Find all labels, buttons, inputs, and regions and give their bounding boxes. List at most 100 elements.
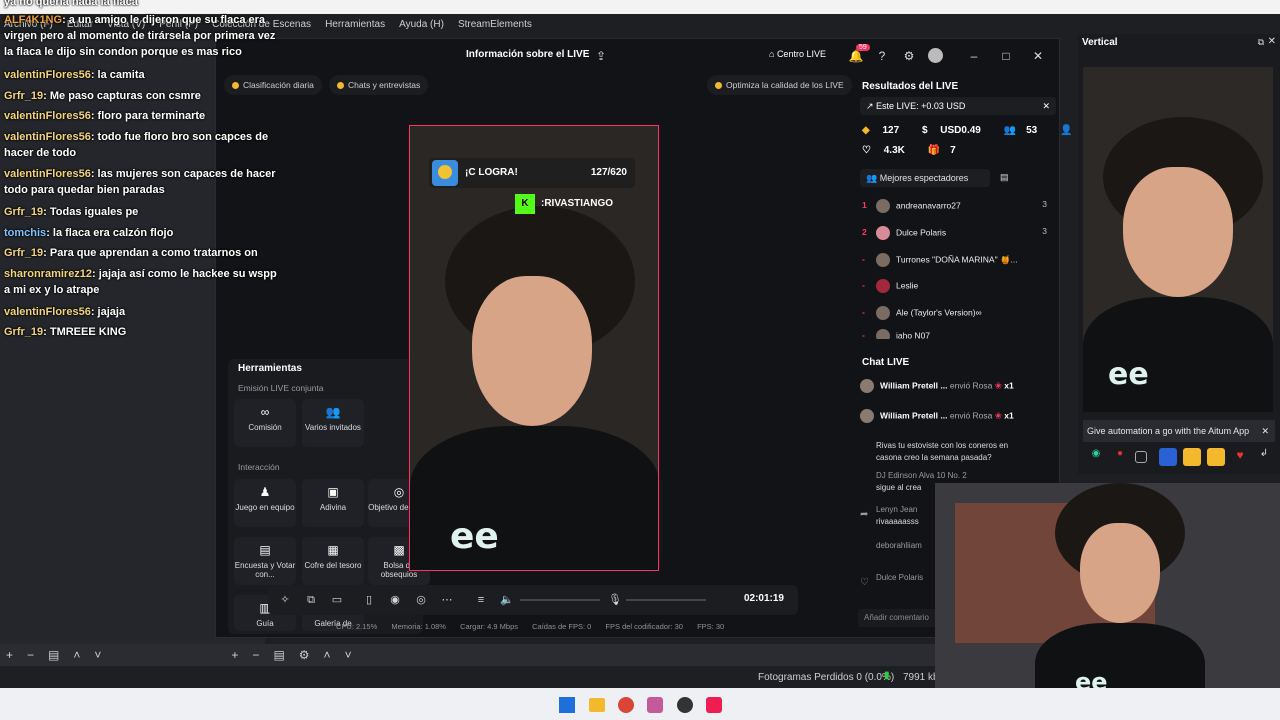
tool-label: Cofre del tesoro bbox=[304, 561, 362, 570]
screen-icon[interactable]: ▭ bbox=[330, 593, 344, 607]
viewer-row[interactable]: 1 andreanavarro27 3 bbox=[862, 199, 1047, 217]
menu-herramientas[interactable]: Herramientas bbox=[325, 19, 385, 30]
undock-icon[interactable]: ⧉ bbox=[1258, 37, 1264, 48]
viewers-count: 👥 53 bbox=[1003, 125, 1038, 136]
kick-icon: K bbox=[515, 194, 535, 214]
chip-label: Chats y entrevistas bbox=[348, 80, 421, 90]
chip-chats[interactable]: Chats y entrevistas bbox=[329, 75, 429, 95]
diamond-icon: ◆ bbox=[862, 125, 873, 136]
chat-line: Grfr_19: Para que aprendan a como tratar… bbox=[4, 247, 258, 259]
replay-icon[interactable] bbox=[1159, 448, 1177, 466]
mic-slider[interactable] bbox=[626, 599, 706, 601]
tool-comision[interactable]: ∞ Comisión bbox=[234, 399, 296, 447]
viewer-row[interactable]: - iaho N07 bbox=[862, 329, 1047, 339]
folder-icon[interactable] bbox=[589, 698, 605, 712]
bitrate: 7991 kb bbox=[903, 672, 939, 683]
remove-icon[interactable]: − bbox=[27, 648, 34, 662]
results-title: Resultados del LIVE bbox=[862, 81, 959, 92]
up-icon[interactable]: ˄ bbox=[324, 648, 331, 662]
record-icon[interactable]: ◉ bbox=[388, 593, 402, 607]
add-icon[interactable]: + bbox=[6, 648, 13, 662]
obs-icon[interactable] bbox=[677, 697, 693, 713]
menu-streamelements[interactable]: StreamElements bbox=[458, 19, 532, 30]
phone-icon[interactable]: ▯ bbox=[362, 593, 376, 607]
tiktok-icon[interactable] bbox=[706, 697, 722, 713]
signal-icon: ▮ bbox=[884, 670, 890, 681]
aitum-banner[interactable]: Give automation a go with the Aitum App ✕ bbox=[1083, 420, 1275, 442]
share-icon[interactable]: ⇪ bbox=[593, 48, 609, 64]
viewer-row[interactable]: - Ale (Taylor's Version)∞ bbox=[862, 306, 1047, 324]
usd-value: $ USD0.49 bbox=[921, 125, 981, 136]
top-viewers-tab[interactable]: 👥 Mejores espectadores bbox=[860, 169, 990, 187]
chrome-icon[interactable] bbox=[618, 697, 634, 713]
tool-label: Varios invitados bbox=[305, 423, 361, 432]
tool-juego-equipo[interactable]: ♟ Juego en equipo bbox=[234, 479, 296, 527]
down-icon[interactable]: ˅ bbox=[94, 648, 101, 662]
down-icon[interactable]: ˅ bbox=[345, 648, 352, 662]
windows-start-icon[interactable] bbox=[559, 697, 575, 713]
microphone-icon[interactable]: 🎙 bbox=[608, 593, 622, 607]
close-icon[interactable]: ✕ bbox=[1261, 420, 1269, 442]
person-face bbox=[1080, 523, 1160, 623]
gifts-count: 🎁 7 bbox=[927, 145, 956, 156]
maximize-icon[interactable]: □ bbox=[998, 48, 1014, 64]
close-icon[interactable]: ✕ bbox=[1268, 36, 1276, 47]
mixer-icon[interactable]: ≡ bbox=[474, 593, 488, 607]
heart-icon[interactable]: ♥ bbox=[1231, 448, 1249, 466]
folder-icon[interactable] bbox=[1183, 448, 1201, 466]
gear-icon[interactable] bbox=[1207, 448, 1225, 466]
avatar[interactable] bbox=[928, 48, 943, 63]
gear-icon[interactable]: ⚙ bbox=[901, 48, 917, 64]
chip-label: Optimiza la calidad de los LIVE bbox=[726, 80, 844, 90]
camera-icon[interactable]: ◎ bbox=[414, 593, 428, 607]
volume-slider[interactable] bbox=[520, 599, 600, 601]
more-icon[interactable]: ⋯ bbox=[440, 593, 454, 607]
heart-icon: ♡ bbox=[862, 145, 874, 156]
tool-varios-invitados[interactable]: 👥 Varios invitados bbox=[302, 399, 364, 447]
chat-line: Grfr_19: Todas iguales pe bbox=[4, 206, 139, 218]
chat-line: tomchis: la flaca era calzón flojo bbox=[4, 227, 174, 239]
stop-icon[interactable] bbox=[1135, 451, 1147, 463]
live-preview[interactable]: ee ¡C LOGRA! 127/620 K:RIVASTIANGO bbox=[409, 125, 659, 571]
likes-count: ♡ 4.3K bbox=[862, 145, 905, 156]
menu-ayuda[interactable]: Ayuda (H) bbox=[399, 19, 444, 30]
tool-cofre[interactable]: ▦ Cofre del tesoro bbox=[302, 537, 364, 585]
person-shirt bbox=[410, 426, 658, 570]
chat-line: valentinFlores56: las mujeres son capace… bbox=[4, 168, 276, 196]
live-info-title[interactable]: Información sobre el LIVE bbox=[466, 49, 589, 60]
tool-encuesta[interactable]: ▤ Encuesta y Votar con... bbox=[234, 537, 296, 585]
viewer-row[interactable]: 2 Dulce Polaris 3 bbox=[862, 226, 1047, 244]
list-icon[interactable]: ▤ bbox=[1000, 172, 1009, 183]
arrow-icon[interactable]: ↲ bbox=[1255, 448, 1273, 466]
magic-icon[interactable]: ✧ bbox=[278, 593, 292, 607]
chip-optimiza[interactable]: Optimiza la calidad de los LIVE bbox=[707, 75, 852, 95]
user-plus-icon: 👤 bbox=[1060, 125, 1073, 136]
heart-icon[interactable]: ♡ bbox=[860, 577, 869, 588]
speaker-icon[interactable]: 🔈 bbox=[500, 593, 514, 607]
centro-live-button[interactable]: ⌂ Centro LIVE bbox=[769, 49, 826, 59]
remove-icon[interactable]: − bbox=[252, 648, 259, 662]
stat-cpu: CPU: 2.15% bbox=[336, 622, 378, 631]
share-icon[interactable]: ➦ bbox=[860, 509, 868, 520]
close-icon[interactable]: ✕ bbox=[1042, 97, 1050, 115]
close-icon[interactable]: ✕ bbox=[1030, 48, 1046, 64]
minimize-icon[interactable]: – bbox=[966, 48, 982, 64]
properties-icon[interactable]: ▤ bbox=[48, 648, 59, 662]
layout-icon[interactable]: ⧉ bbox=[304, 593, 318, 607]
add-icon[interactable]: + bbox=[231, 648, 238, 662]
help-icon[interactable]: ? bbox=[874, 48, 890, 64]
gear-icon[interactable]: ⚙ bbox=[299, 648, 310, 662]
tool-label: Guía bbox=[256, 619, 274, 628]
tool-adivina[interactable]: ▣ Adivina bbox=[302, 479, 364, 527]
properties-icon[interactable]: ▤ bbox=[273, 648, 284, 662]
up-icon[interactable]: ˄ bbox=[73, 648, 80, 662]
shirt-logo: ee bbox=[450, 516, 499, 557]
record-icon[interactable]: ● bbox=[1111, 448, 1129, 466]
viewer-row[interactable]: - Leslie bbox=[862, 279, 1047, 297]
chat-line: Grfr_19: Me paso capturas con csmre bbox=[4, 90, 201, 102]
broadcast-icon[interactable]: ◉ bbox=[1087, 448, 1105, 466]
app-icon[interactable] bbox=[647, 697, 663, 713]
chat-line: valentinFlores56: todo fue floro bro son… bbox=[4, 131, 269, 159]
viewer-row[interactable]: - Turrones "DOÑA MARINA" 🍯... bbox=[862, 253, 1047, 271]
chat-live-title: Chat LIVE bbox=[862, 357, 910, 368]
